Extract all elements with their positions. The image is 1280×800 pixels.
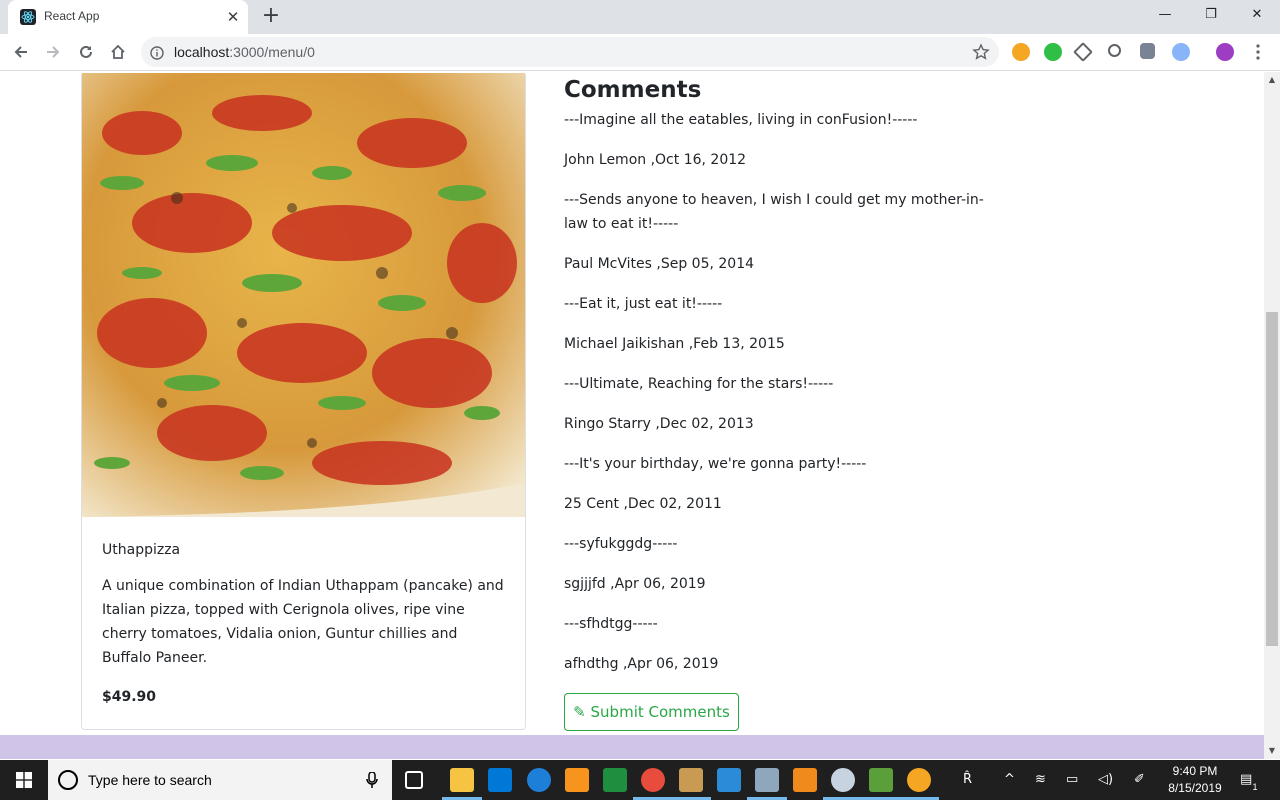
dish-name: Uthappizza [102, 542, 181, 558]
dish-card-body: Uthappizza A unique combination of India… [102, 538, 507, 709]
extension-check-icon[interactable] [1044, 43, 1062, 61]
scroll-thumb[interactable] [1266, 312, 1278, 646]
dish-description: A unique combination of Indian Uthappam … [102, 578, 504, 666]
dish-price: $49.90 [102, 689, 157, 705]
page-viewport: Uthappizza A unique combination of India… [0, 72, 1264, 759]
people-icon[interactable]: R̂ [963, 772, 972, 787]
comment-text: ---sfhdtgg----- [564, 616, 658, 632]
extension-shield-icon[interactable] [1140, 43, 1155, 59]
git-icon[interactable] [869, 768, 893, 792]
pen-icon[interactable]: ✐ [1134, 772, 1145, 787]
profile-avatar[interactable] [1216, 43, 1234, 61]
extension-tag-icon[interactable] [1172, 43, 1190, 61]
new-tab-button[interactable]: + [258, 4, 284, 30]
taskbar-search-placeholder: Type here to search [88, 772, 212, 788]
comment-author: Paul McVites ,Sep 05, 2014 [564, 256, 755, 272]
comments-title: Comments [564, 77, 702, 103]
comment-item: ---sfhdtgg----- afhdthg ,Apr 06, 2019 [564, 612, 994, 676]
comment-author: afhdthg ,Apr 06, 2019 [564, 656, 719, 672]
menu-dots-icon[interactable] [1249, 43, 1267, 61]
url-host: localhost [174, 44, 230, 60]
cortana-icon [58, 770, 78, 790]
comment-item: ---syfukggdg----- sgjjjfd ,Apr 06, 2019 [564, 532, 994, 596]
comment-item: ---Ultimate, Reaching for the stars!----… [564, 372, 994, 436]
vscode-icon[interactable] [717, 768, 741, 792]
notification-count: 1 [1252, 782, 1258, 792]
windows-taskbar: Type here to search R̂ ^ ≋ ▭ ◁) ✐ 9:40 P… [0, 760, 1280, 800]
browser-toolbar: localhost:3000/menu/0 [0, 34, 1280, 71]
pencil-icon: ✎ [573, 703, 586, 721]
extension-copyright-icon[interactable] [1012, 43, 1030, 61]
comment-item: ---Imagine all the eatables, living in c… [564, 108, 994, 172]
comment-item: ---Sends anyone to heaven, I wish I coul… [564, 188, 994, 276]
comments-section: Comments ---Imagine all the eatables, li… [564, 72, 994, 692]
comment-text: ---syfukggdg----- [564, 536, 678, 552]
media-player-icon[interactable] [565, 768, 589, 792]
forward-icon[interactable] [39, 38, 67, 66]
network-app-icon[interactable] [755, 768, 779, 792]
sublime-icon[interactable] [679, 768, 703, 792]
page-scrollbar[interactable]: ▲ ▼ [1264, 72, 1280, 759]
restore-button[interactable]: ❐ [1188, 0, 1234, 30]
extension-house-icon[interactable] [1073, 42, 1093, 62]
comment-text: ---Imagine all the eatables, living in c… [564, 112, 918, 128]
page-footer [0, 735, 1264, 759]
info-icon[interactable] [150, 45, 164, 64]
comment-author: Ringo Starry ,Dec 02, 2013 [564, 416, 754, 432]
windows-start-icon[interactable] [0, 760, 48, 800]
volume-icon[interactable]: ◁) [1098, 772, 1113, 787]
submit-comments-button[interactable]: ✎ Submit Comments [564, 693, 739, 731]
comment-text: ---Sends anyone to heaven, I wish I coul… [564, 192, 984, 232]
close-tab-icon[interactable]: ✕ [224, 8, 242, 26]
comment-text: ---Eat it, just eat it!----- [564, 296, 723, 312]
chrome-icon[interactable] [641, 768, 665, 792]
extension-search-icon[interactable] [1108, 44, 1121, 57]
dish-image [82, 73, 525, 517]
comment-author: John Lemon ,Oct 16, 2012 [564, 152, 747, 168]
comment-text: ---It's your birthday, we're gonna party… [564, 456, 867, 472]
comment-author: 25 Cent ,Dec 02, 2011 [564, 496, 722, 512]
close-window-button[interactable]: ✕ [1234, 0, 1280, 30]
paint-icon[interactable] [831, 768, 855, 792]
clock-time[interactable]: 9:40 PM [1160, 764, 1230, 778]
reload-icon[interactable] [72, 38, 100, 66]
minimize-button[interactable]: — [1142, 0, 1188, 30]
browser-tab-strip: React App ✕ + — ❐ ✕ [0, 0, 1280, 34]
scroll-down-icon[interactable]: ▼ [1264, 743, 1280, 759]
url-path: :3000/menu/0 [229, 44, 315, 60]
store-icon[interactable] [488, 768, 512, 792]
comment-item: ---It's your birthday, we're gonna party… [564, 452, 994, 516]
copyright-app-icon[interactable] [907, 768, 931, 792]
file-explorer-icon[interactable] [450, 768, 474, 792]
comment-author: Michael Jaikishan ,Feb 13, 2015 [564, 336, 785, 352]
submit-comments-label: Submit Comments [590, 703, 730, 721]
chevron-up-icon[interactable]: ^ [1004, 772, 1015, 787]
comment-text: ---Ultimate, Reaching for the stars!----… [564, 376, 834, 392]
battery-icon[interactable]: ▭ [1066, 772, 1078, 787]
vlc-icon[interactable] [793, 768, 817, 792]
scroll-up-icon[interactable]: ▲ [1264, 72, 1280, 88]
address-bar[interactable]: localhost:3000/menu/0 [141, 37, 999, 67]
bookmark-star-icon[interactable] [972, 43, 990, 65]
url-text: localhost:3000/menu/0 [174, 44, 315, 60]
comment-item: ---Eat it, just eat it!----- Michael Jai… [564, 292, 994, 356]
back-icon[interactable] [7, 38, 35, 66]
taskbar-search[interactable]: Type here to search [48, 760, 392, 800]
charts-app-icon[interactable] [603, 768, 627, 792]
comment-list: ---Imagine all the eatables, living in c… [564, 108, 994, 676]
clock-date[interactable]: 8/15/2019 [1160, 781, 1230, 795]
dish-card: Uthappizza A unique combination of India… [81, 72, 526, 730]
task-view-icon[interactable] [405, 771, 423, 789]
home-icon[interactable] [104, 38, 132, 66]
comment-author: sgjjjfd ,Apr 06, 2019 [564, 576, 706, 592]
microphone-icon[interactable] [366, 771, 378, 792]
react-favicon-icon [20, 9, 36, 25]
wifi-icon[interactable]: ≋ [1035, 772, 1046, 787]
edge-icon[interactable] [527, 768, 551, 792]
browser-tab[interactable]: React App ✕ [8, 0, 248, 34]
tab-title: React App [44, 9, 100, 23]
